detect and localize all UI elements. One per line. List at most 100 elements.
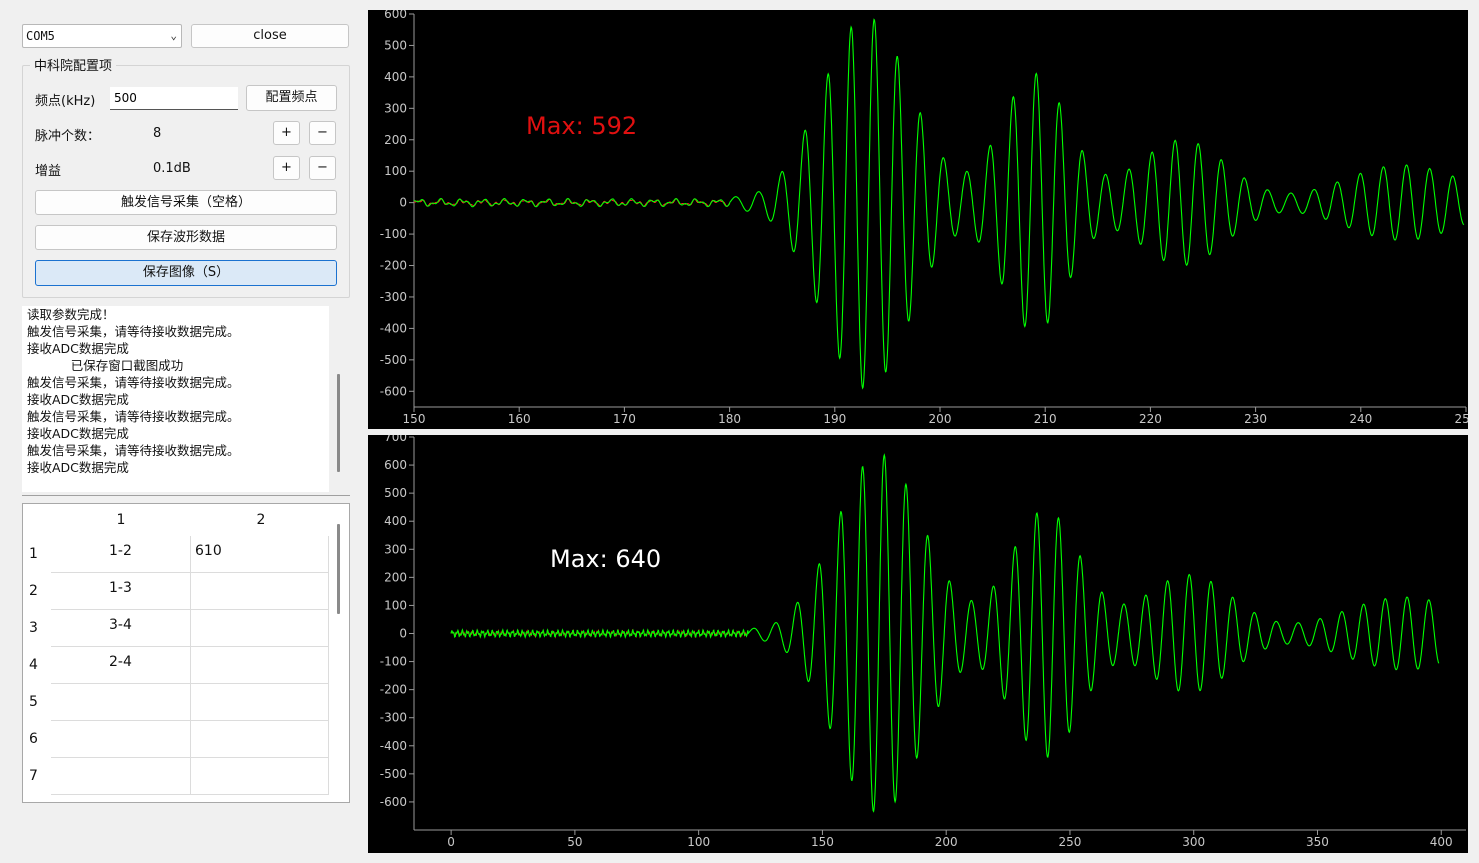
y-tick-label: -400 <box>380 739 407 753</box>
freq-input[interactable] <box>110 87 238 110</box>
signal-series-line <box>450 453 1440 813</box>
log-line: 触发信号采集，请等待接收数据完成。 <box>27 443 240 458</box>
x-tick-label: 240 <box>1349 412 1372 426</box>
x-tick-label: 220 <box>1139 412 1162 426</box>
pulse-increase-button[interactable]: + <box>273 121 300 145</box>
y-tick-label: -100 <box>380 655 407 669</box>
log-line: 接收ADC数据完成 <box>27 460 129 475</box>
row-header[interactable]: 4 <box>23 647 50 684</box>
y-tick-label: 400 <box>384 514 407 528</box>
log-line: 读取参数完成！ <box>27 307 115 322</box>
results-table[interactable]: 1 2 1 1-2 610 2 1-3 3 3-4 4 2-4 5 6 7 <box>22 503 350 803</box>
column-header[interactable]: 1 <box>51 504 191 536</box>
row-header[interactable]: 3 <box>23 610 50 647</box>
waveform-plot-bottom[interactable]: -600 -500 -400 -300 -200 -100 0 100 200 300 400 500… <box>368 430 1468 853</box>
y-tick-label: 0 <box>399 627 407 641</box>
log-line: 接收ADC数据完成 <box>27 426 129 441</box>
table-scrollbar[interactable] <box>337 524 340 614</box>
config-freq-button[interactable]: 配置频点 <box>246 85 337 111</box>
x-tick-label: 100 <box>687 835 710 849</box>
table-cell[interactable] <box>51 758 191 795</box>
row-header[interactable]: 2 <box>23 573 50 610</box>
table-cell[interactable]: 2-4 <box>51 647 191 684</box>
table-cell[interactable] <box>191 758 329 795</box>
y-tick-label: -300 <box>380 290 407 304</box>
x-tick-label: 200 <box>935 835 958 849</box>
close-button[interactable]: close <box>191 24 349 48</box>
table-cell[interactable] <box>191 573 329 610</box>
column-header[interactable]: 2 <box>191 504 331 536</box>
x-tick-label: 190 <box>823 412 846 426</box>
x-tick-label: 250 <box>1455 412 1468 426</box>
save-image-button[interactable]: 保存图像（S） <box>35 260 337 286</box>
x-tick-label: 250 <box>1058 835 1081 849</box>
table-cell[interactable] <box>51 684 191 721</box>
table-cell[interactable] <box>51 721 191 758</box>
y-tick-label: 0 <box>399 196 407 210</box>
y-tick-label: 100 <box>384 598 407 612</box>
splitter[interactable] <box>22 495 350 496</box>
row-header[interactable]: 1 <box>23 536 50 573</box>
log-line: 触发信号采集，请等待接收数据完成。 <box>27 324 240 339</box>
table-cell[interactable]: 1-3 <box>51 573 191 610</box>
log-line: 触发信号采集，请等待接收数据完成。 <box>27 409 240 424</box>
pulse-decrease-button[interactable]: − <box>309 121 336 145</box>
x-tick-label: 300 <box>1182 835 1205 849</box>
y-tick-label: 400 <box>384 70 407 84</box>
gain-label: 增益 <box>35 164 62 179</box>
y-tick-label: 600 <box>384 458 407 472</box>
y-tick-label: -600 <box>380 795 407 809</box>
gain-decrease-button[interactable]: − <box>309 156 336 180</box>
table-cell[interactable] <box>191 721 329 758</box>
log-line: 接收ADC数据完成 <box>27 341 129 356</box>
row-header[interactable]: 6 <box>23 721 50 758</box>
gain-value: 0.1dB <box>153 161 191 176</box>
row-header[interactable]: 5 <box>23 684 50 721</box>
x-tick-label: 50 <box>567 835 582 849</box>
y-tick-label: -100 <box>380 227 407 241</box>
y-tick-label: -400 <box>380 321 407 335</box>
waveform-bottom-svg: -600-500-400-300-200-1000100200300400500… <box>380 430 1466 849</box>
pulse-value: 8 <box>153 126 162 141</box>
y-tick-label: 200 <box>384 570 407 584</box>
y-tick-label: 500 <box>384 38 407 52</box>
x-tick-label: 180 <box>718 412 741 426</box>
log-scrollbar[interactable] <box>337 374 340 472</box>
y-tick-label: -500 <box>380 353 407 367</box>
y-tick-label: -300 <box>380 711 407 725</box>
table-cell[interactable]: 1-2 <box>51 536 191 573</box>
row-header[interactable]: 7 <box>23 758 50 795</box>
y-tick-label: -200 <box>380 683 407 697</box>
table-cell[interactable] <box>191 684 329 721</box>
port-select[interactable]: COM5 ⌄ <box>22 24 182 48</box>
y-tick-label: 600 <box>384 10 407 21</box>
chevron-down-icon: ⌄ <box>170 29 177 42</box>
y-tick-label: -200 <box>380 259 407 273</box>
y-tick-label: 100 <box>384 164 407 178</box>
x-tick-label: 0 <box>447 835 455 849</box>
table-cell[interactable]: 610 <box>191 536 329 573</box>
freq-label: 频点(kHz) <box>35 94 96 109</box>
y-tick-label: 300 <box>384 101 407 115</box>
table-cell[interactable]: 3-4 <box>51 610 191 647</box>
x-tick-label: 210 <box>1034 412 1057 426</box>
x-tick-label: 150 <box>811 835 834 849</box>
x-tick-label: 150 <box>403 412 426 426</box>
y-tick-label: 700 <box>384 435 407 444</box>
table-cell[interactable] <box>191 610 329 647</box>
log-output[interactable]: 读取参数完成！ 触发信号采集，请等待接收数据完成。 接收ADC数据完成 已保存窗口截… <box>22 306 329 492</box>
waveform-plot-top[interactable]: -600 -500 -400 -300 -200 -100 0 100 200 300 400 500… <box>368 7 1478 429</box>
table-cell[interactable] <box>191 647 329 684</box>
x-tick-label: 230 <box>1244 412 1267 426</box>
pulse-label: 脉冲个数： <box>35 129 101 144</box>
x-tick-label: 350 <box>1306 835 1329 849</box>
save-wave-button[interactable]: 保存波形数据 <box>35 225 337 250</box>
y-tick-label: -600 <box>380 384 407 398</box>
trigger-button[interactable]: 触发信号采集（空格） <box>35 190 337 215</box>
log-line: 触发信号采集，请等待接收数据完成。 <box>27 375 240 390</box>
x-tick-label: 170 <box>613 412 636 426</box>
waveform-top-svg: -600 -500 -400 -300 -200 -100 0 100 200 300 400 500… <box>380 7 1478 426</box>
x-tick-label: 400 <box>1430 835 1453 849</box>
gain-increase-button[interactable]: + <box>273 156 300 180</box>
max-annotation: Max: 592 <box>526 112 637 140</box>
